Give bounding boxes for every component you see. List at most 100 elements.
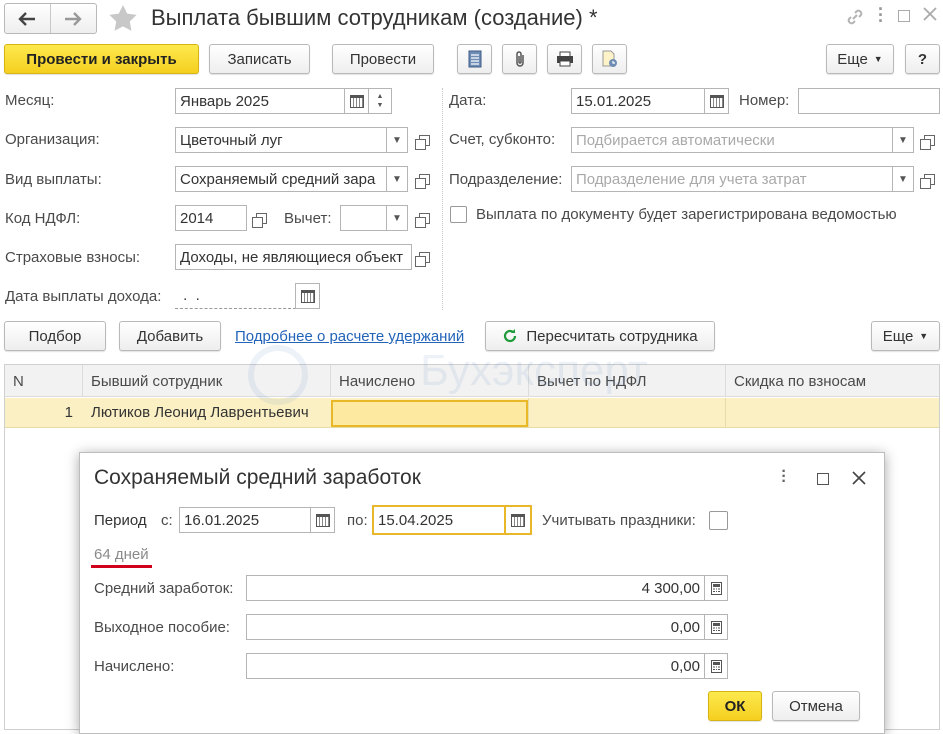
date-calendar-button[interactable] [704, 88, 729, 114]
table-more-button[interactable]: Еще ▼ [871, 321, 940, 351]
calendar-icon [349, 94, 364, 108]
period-to-field[interactable]: 15.04.2025 [372, 505, 506, 535]
arrow-left-icon [18, 11, 36, 26]
nav-buttons [4, 3, 97, 34]
calendar-icon [315, 513, 330, 527]
open-icon [414, 173, 430, 189]
link-icon[interactable] [845, 7, 865, 31]
calculator-icon [710, 581, 722, 595]
organization-field[interactable]: Цветочный луг [175, 127, 387, 153]
period-from-calendar-button[interactable] [310, 507, 335, 533]
organization-dropdown-button[interactable]: ▼ [386, 127, 408, 153]
column-header-insurance-discount[interactable]: Скидка по взносам [726, 365, 939, 397]
window-title: Выплата бывшим сотрудникам (создание) * [151, 5, 598, 30]
period-to-calendar-button[interactable] [505, 505, 532, 535]
pay-date-calendar-button[interactable] [295, 283, 320, 309]
ok-button[interactable]: ОК [708, 691, 762, 721]
date-field[interactable]: 15.01.2025 [571, 88, 705, 114]
post-and-close-button[interactable]: Провести и закрыть [4, 44, 199, 74]
report-list-button[interactable] [457, 44, 492, 74]
open-icon [414, 251, 430, 267]
structure-button[interactable] [592, 44, 627, 74]
organization-label: Организация: [5, 131, 100, 148]
account-field[interactable]: Подбирается автоматически [571, 127, 893, 153]
print-button[interactable] [547, 44, 582, 74]
average-earnings-calc-button[interactable] [704, 575, 728, 601]
deduction-field[interactable] [340, 205, 387, 231]
printer-icon [556, 51, 573, 67]
favorite-star-icon[interactable] [108, 4, 138, 36]
back-button[interactable] [5, 4, 51, 33]
insurance-label: Страховые взносы: [5, 249, 141, 266]
division-field[interactable]: Подразделение для учета затрат [571, 166, 893, 192]
month-spinner[interactable]: ▲ ▼ [368, 88, 392, 114]
save-button[interactable]: Записать [209, 44, 310, 74]
period-to-label: по: [347, 512, 368, 529]
open-icon [919, 134, 935, 150]
pay-type-open-button[interactable] [413, 166, 435, 192]
pay-type-field[interactable]: Сохраняемый средний зара [175, 166, 387, 192]
post-button[interactable]: Провести [332, 44, 434, 74]
dropdown-arrow-icon: ▼ [919, 331, 929, 341]
period-from-label: с: [161, 512, 173, 529]
number-field[interactable] [798, 88, 940, 114]
pay-type-label: Вид выплаты: [5, 171, 102, 188]
attach-button[interactable] [502, 44, 537, 74]
days-count: 64 дней [94, 546, 149, 563]
statement-checkbox[interactable] [450, 206, 467, 223]
date-label: Дата: [449, 92, 487, 109]
row-accrued-cell[interactable] [331, 400, 528, 427]
calendar-icon [709, 94, 724, 108]
row-number: 1 [64, 404, 73, 421]
close-icon[interactable] [922, 6, 938, 26]
account-open-button[interactable] [918, 127, 940, 153]
holidays-label: Учитывать праздники: [542, 512, 696, 529]
severance-calc-button[interactable] [704, 614, 728, 640]
cancel-button[interactable]: Отмена [772, 691, 860, 721]
column-separator [442, 88, 443, 310]
dialog-close-icon[interactable] [852, 471, 866, 489]
add-button[interactable]: Добавить [119, 321, 221, 351]
average-earnings-field[interactable]: 4 300,00 [246, 575, 705, 601]
row-divider-4 [725, 398, 726, 428]
more-button[interactable]: Еще ▼ [826, 44, 894, 74]
accrued-calc-button[interactable] [704, 653, 728, 679]
division-open-button[interactable] [918, 166, 940, 192]
ndfl-code-label: Код НДФЛ: [5, 210, 81, 227]
ndfl-code-field[interactable]: 2014 [175, 205, 247, 231]
select-button[interactable]: Подбор [4, 321, 106, 351]
ndfl-code-open-button[interactable] [250, 205, 272, 231]
forward-button[interactable] [51, 4, 97, 33]
dialog-maximize-icon[interactable] [817, 473, 829, 485]
accrued-field[interactable]: 0,00 [246, 653, 705, 679]
calculator-icon [710, 659, 722, 673]
period-from-field[interactable]: 16.01.2025 [179, 507, 311, 533]
pay-date-field[interactable]: . . [175, 283, 296, 309]
maximize-icon[interactable] [898, 10, 910, 22]
holidays-checkbox[interactable] [709, 511, 728, 530]
arrow-right-icon [65, 11, 82, 26]
column-header-n[interactable]: N [5, 365, 83, 397]
deduction-dropdown-button[interactable]: ▼ [386, 205, 408, 231]
recalculate-label: Пересчитать сотрудника [526, 327, 698, 345]
insurance-field[interactable]: Доходы, не являющиеся объект [175, 244, 412, 270]
row-divider-3 [528, 398, 529, 428]
month-field[interactable]: Январь 2025 [175, 88, 345, 114]
help-button[interactable]: ? [905, 44, 940, 74]
deduction-open-button[interactable] [413, 205, 435, 231]
refresh-icon [504, 329, 517, 343]
dialog-title: Сохраняемый средний заработок [94, 466, 421, 489]
pay-type-dropdown-button[interactable]: ▼ [386, 166, 408, 192]
account-dropdown-button[interactable]: ▼ [892, 127, 914, 153]
month-calendar-button[interactable] [344, 88, 369, 114]
accrued-label: Начислено: [94, 658, 175, 675]
period-label: Период [94, 512, 147, 529]
dialog-more-icon[interactable]: · · · [780, 464, 788, 490]
details-link[interactable]: Подробнее о расчете удержаний [235, 328, 464, 345]
severance-field[interactable]: 0,00 [246, 614, 705, 640]
division-dropdown-button[interactable]: ▼ [892, 166, 914, 192]
organization-open-button[interactable] [413, 127, 435, 153]
more-vertical-icon[interactable]: · · · [876, 0, 886, 30]
insurance-open-button[interactable] [413, 244, 435, 270]
open-icon [414, 212, 430, 228]
